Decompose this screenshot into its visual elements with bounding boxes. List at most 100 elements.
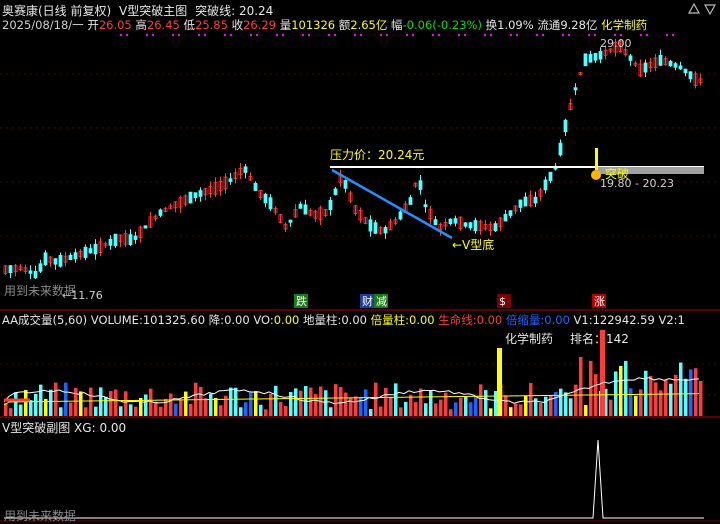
volume-bar <box>249 392 253 416</box>
volume-bar <box>269 393 273 416</box>
volume-bar <box>189 403 193 416</box>
candle-body <box>73 252 78 260</box>
volume-bar <box>519 404 523 416</box>
volume-spike <box>497 348 502 416</box>
signal-dot <box>490 34 492 36</box>
volume-bar <box>654 382 658 416</box>
candle-body <box>453 218 458 224</box>
candle-body <box>53 258 58 265</box>
candle-body <box>263 193 268 204</box>
vo-value: 0.00 <box>273 313 300 327</box>
candle-body <box>43 252 48 266</box>
volume-bar <box>179 400 183 416</box>
event-tag: 涨 <box>594 295 605 308</box>
stock-title[interactable]: 奥赛康(日线 前复权) <box>2 4 111 18</box>
future-data-note: 用到未来数据 <box>4 284 77 298</box>
candle-body <box>543 179 548 191</box>
volume-bar <box>379 406 383 416</box>
volume-bar <box>29 400 33 416</box>
rank-row: 排名：142 <box>570 330 629 347</box>
volume-bar <box>409 394 413 416</box>
volume-bar <box>574 384 578 416</box>
candle-body <box>548 171 553 182</box>
volume-bar <box>374 382 378 416</box>
float-value: 9.28亿 <box>560 18 598 32</box>
breakline-value: 20.24 <box>238 4 274 18</box>
volume-bar <box>339 386 343 416</box>
ground-value: 0.00 <box>341 313 367 327</box>
volume-bar <box>9 408 13 416</box>
up-arrow-icon[interactable] <box>687 2 701 15</box>
volume-bar <box>674 374 678 416</box>
candle-body <box>128 234 133 245</box>
volume-bar <box>454 402 458 416</box>
open-value: 26.05 <box>98 18 132 32</box>
volume-bar <box>484 390 488 416</box>
close-value: 26.29 <box>243 18 277 32</box>
event-tag: 减 <box>376 295 387 308</box>
volume-bar <box>14 392 18 416</box>
candle-body <box>423 204 428 208</box>
candle-body <box>643 62 648 73</box>
candle-body <box>493 223 498 231</box>
breakline-label: 突破线: <box>195 4 236 18</box>
volume-title[interactable]: AA成交量(5,60) <box>2 313 87 327</box>
volume-bar <box>619 365 623 416</box>
volume-bar <box>124 391 128 416</box>
candle-body <box>588 54 593 63</box>
volume-bar <box>294 388 298 416</box>
signal-dot <box>250 34 252 36</box>
volume-bar <box>254 391 258 416</box>
volume-bar <box>214 397 218 416</box>
volume-bar <box>489 408 493 416</box>
volume-bar <box>334 384 338 416</box>
volume-bar <box>74 387 78 416</box>
signal-dot <box>672 34 674 36</box>
signal-dot <box>620 34 622 36</box>
candle-body <box>193 192 198 199</box>
signal-dot <box>198 34 200 36</box>
volume-bar <box>629 388 633 416</box>
signal-dot <box>666 34 668 36</box>
volume-bar <box>169 393 173 416</box>
volume-bar <box>424 403 428 416</box>
signal-dot <box>464 34 466 36</box>
volume-bar <box>564 392 568 416</box>
candle-body <box>373 222 378 234</box>
volume-bar <box>159 406 163 416</box>
candle-body <box>343 180 348 189</box>
volume-bar <box>299 390 303 416</box>
candle-body <box>143 225 148 229</box>
indicator-name[interactable]: V型突破主图 <box>119 4 187 18</box>
candle-body <box>368 219 373 232</box>
volume-bar <box>459 397 463 416</box>
float-label: 流通 <box>537 18 561 32</box>
candle-body <box>333 188 338 195</box>
v1-value: 122942.59 <box>592 313 655 327</box>
volume-bar <box>689 369 693 416</box>
volume-bar <box>429 391 433 416</box>
sub-header: V型突破副图 XG: 0.00 <box>2 419 126 436</box>
signal-dot <box>568 34 570 36</box>
volume-bar <box>19 404 23 416</box>
sub-title[interactable]: V型突破副图 <box>2 421 70 435</box>
candle-body <box>683 68 688 74</box>
volume-bar <box>204 398 208 416</box>
volume-bar <box>84 407 88 416</box>
candle-body <box>688 71 693 80</box>
volume-bar <box>434 403 438 416</box>
concept-tag[interactable]: 化学制药 <box>601 18 647 32</box>
volume-bar <box>624 360 628 416</box>
down-arrow-icon[interactable] <box>703 3 717 16</box>
volume-bar <box>364 389 368 416</box>
candle-body <box>38 263 43 272</box>
event-tag: $ <box>499 295 506 308</box>
candle-body <box>303 204 308 215</box>
high-mark: 29.00 <box>600 37 632 50</box>
volume-bar <box>229 387 233 416</box>
signal-dot <box>178 34 180 36</box>
candle-body <box>658 55 663 66</box>
candle-body <box>593 53 598 61</box>
volume-bar <box>439 399 443 416</box>
amount-value: 2.65亿 <box>350 18 388 32</box>
